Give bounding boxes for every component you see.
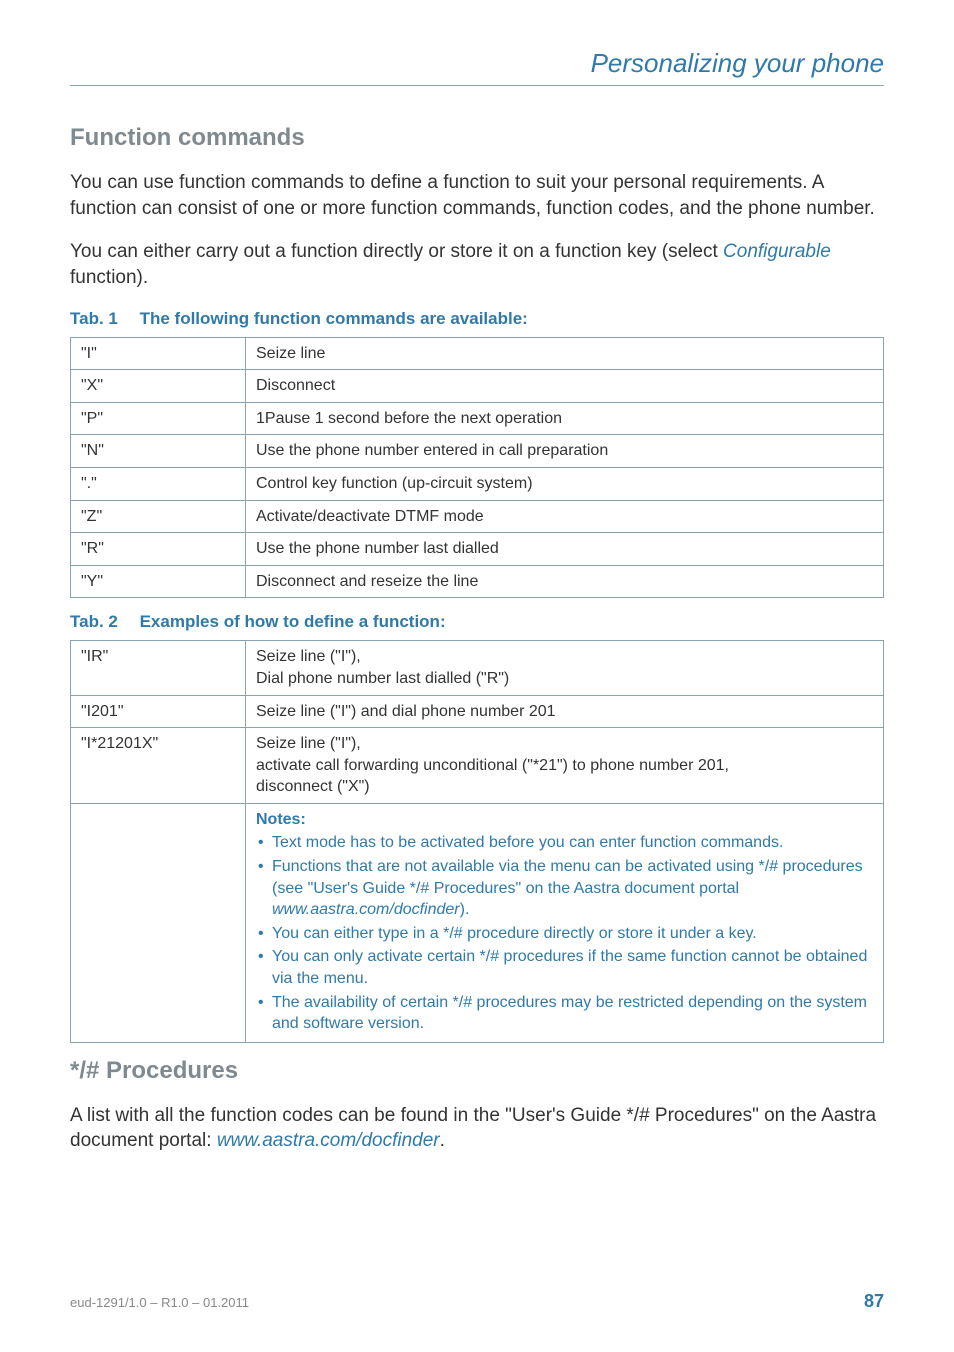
list-item: You can only activate certain */# proced… <box>256 946 873 989</box>
table-row: "IR" Seize line ("I"), Dial phone number… <box>71 641 884 695</box>
text-fragment: . <box>440 1130 445 1151</box>
function-commands-intro: You can use function commands to define … <box>70 170 884 221</box>
text-fragment: A list with all the function codes can b… <box>70 1105 876 1152</box>
header-title: Personalizing your phone <box>70 48 884 79</box>
function-commands-keynote: You can either carry out a function dire… <box>70 239 884 290</box>
cmd-desc: Use the phone number entered in call pre… <box>246 435 884 468</box>
example-desc: Seize line ("I"), Dial phone number last… <box>246 641 884 695</box>
table-row: "Y" Disconnect and reseize the line <box>71 565 884 598</box>
configurable-term: Configurable <box>723 241 831 262</box>
page-footer: eud-1291/1.0 – R1.0 – 01.2011 87 <box>70 1291 884 1312</box>
cmd-code: "." <box>71 467 246 500</box>
text-fragment: Functions that are not available via the… <box>272 858 863 897</box>
list-item: Functions that are not available via the… <box>256 856 873 921</box>
cmd-desc: Activate/deactivate DTMF mode <box>246 500 884 533</box>
table2-caption: Tab. 2 Examples of how to define a funct… <box>70 612 884 632</box>
procedures-body: A list with all the function codes can b… <box>70 1103 884 1154</box>
section-procedures-heading: */# Procedures <box>70 1057 884 1085</box>
table-row: "I*21201X" Seize line ("I"), activate ca… <box>71 728 884 804</box>
example-desc: Seize line ("I") and dial phone number 2… <box>246 695 884 728</box>
list-item: You can either type in a */# procedure d… <box>256 923 873 945</box>
text-fragment: function). <box>70 267 148 288</box>
table-row: "R" Use the phone number last dialled <box>71 533 884 566</box>
cmd-desc: Seize line <box>246 337 884 370</box>
text-fragment: ). <box>460 901 470 918</box>
example-code: "I*21201X" <box>71 728 246 804</box>
example-desc: Seize line ("I"), activate call forwardi… <box>246 728 884 804</box>
cmd-code: "Y" <box>71 565 246 598</box>
table-row: "Z" Activate/deactivate DTMF mode <box>71 500 884 533</box>
table-row: Notes: Text mode has to be activated bef… <box>71 803 884 1042</box>
empty-cell <box>71 803 246 1042</box>
table-row: "N" Use the phone number entered in call… <box>71 435 884 468</box>
cmd-code: "X" <box>71 370 246 403</box>
table-row: "P" 1Pause 1 second before the next oper… <box>71 402 884 435</box>
section-function-commands-heading: Function commands <box>70 124 884 152</box>
text-fragment: You can either carry out a function dire… <box>70 241 723 262</box>
cmd-code: "P" <box>71 402 246 435</box>
table-row: "I" Seize line <box>71 337 884 370</box>
list-item: Text mode has to be activated before you… <box>256 832 873 854</box>
list-item: The availability of certain */# procedur… <box>256 992 873 1035</box>
notes-title: Notes: <box>256 811 306 828</box>
table1-caption: Tab. 1 The following function commands a… <box>70 309 884 329</box>
table-examples: "IR" Seize line ("I"), Dial phone number… <box>70 640 884 1043</box>
cmd-code: "N" <box>71 435 246 468</box>
cmd-code: "R" <box>71 533 246 566</box>
example-code: "IR" <box>71 641 246 695</box>
doc-id: eud-1291/1.0 – R1.0 – 01.2011 <box>70 1295 249 1310</box>
page-header: Personalizing your phone <box>70 48 884 86</box>
cmd-desc: Disconnect and reseize the line <box>246 565 884 598</box>
table-row: "X" Disconnect <box>71 370 884 403</box>
cmd-code: "I" <box>71 337 246 370</box>
cmd-desc: Control key function (up-circuit system) <box>246 467 884 500</box>
notes-list: Text mode has to be activated before you… <box>256 832 873 1034</box>
notes-cell: Notes: Text mode has to be activated bef… <box>246 803 884 1042</box>
table-function-commands: "I" Seize line "X" Disconnect "P" 1Pause… <box>70 337 884 599</box>
page-number: 87 <box>864 1291 884 1312</box>
cmd-code: "Z" <box>71 500 246 533</box>
cmd-desc: Use the phone number last dialled <box>246 533 884 566</box>
docfinder-link[interactable]: www.aastra.com/docfinder <box>272 901 460 918</box>
cmd-desc: 1Pause 1 second before the next operatio… <box>246 402 884 435</box>
table-row: "." Control key function (up-circuit sys… <box>71 467 884 500</box>
docfinder-link[interactable]: www.aastra.com/docfinder <box>217 1130 440 1151</box>
cmd-desc: Disconnect <box>246 370 884 403</box>
example-code: "I201" <box>71 695 246 728</box>
table-row: "I201" Seize line ("I") and dial phone n… <box>71 695 884 728</box>
